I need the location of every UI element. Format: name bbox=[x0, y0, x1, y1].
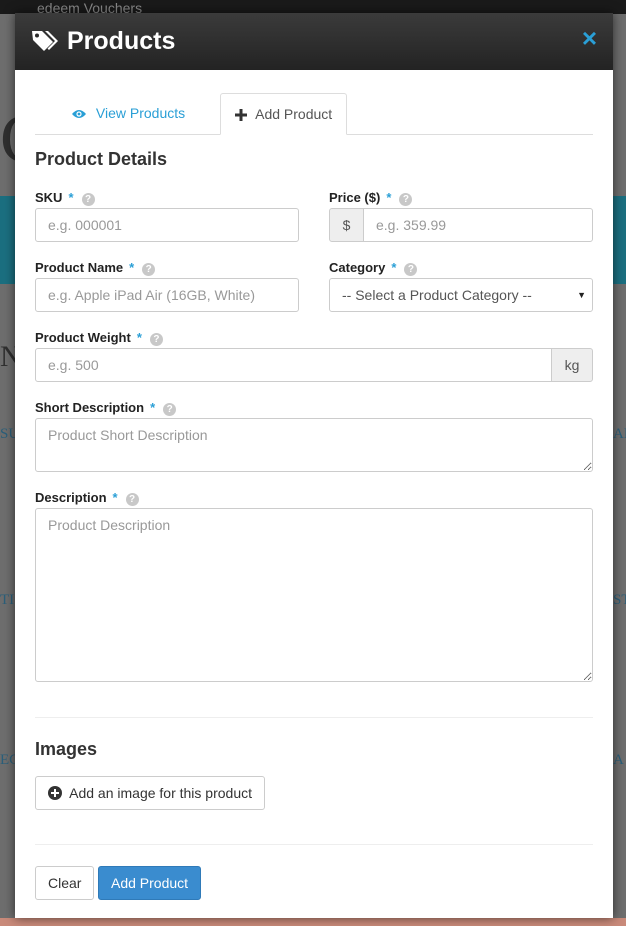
product-weight-input[interactable] bbox=[35, 348, 552, 382]
product-details-heading: Product Details bbox=[35, 149, 168, 169]
description-textarea[interactable] bbox=[35, 508, 593, 682]
modal-title: Products bbox=[67, 27, 176, 55]
modal-header: Products × bbox=[15, 13, 613, 70]
short-description-label-text: Short Description bbox=[35, 400, 145, 415]
required-marker: * bbox=[68, 190, 74, 205]
short-description-textarea[interactable] bbox=[35, 418, 593, 472]
sku-label-text: SKU bbox=[35, 190, 63, 205]
help-icon[interactable]: ? bbox=[149, 333, 163, 346]
tags-icon bbox=[31, 29, 59, 53]
background-footer-strip bbox=[0, 918, 626, 926]
description-label: Description *? bbox=[35, 490, 139, 506]
help-icon[interactable]: ? bbox=[399, 193, 413, 206]
plus-circle-icon bbox=[48, 785, 69, 801]
help-icon[interactable]: ? bbox=[81, 193, 95, 206]
product-weight-label-text: Product Weight bbox=[35, 330, 131, 345]
caret-down-icon: ▼ bbox=[577, 290, 586, 300]
tab-add-product-label: Add Product bbox=[255, 106, 333, 122]
background-link: TI bbox=[0, 592, 15, 608]
price-label: Price ($) *? bbox=[329, 190, 413, 206]
section-divider bbox=[35, 717, 593, 718]
category-selected-value: -- Select a Product Category -- bbox=[342, 287, 532, 303]
images-heading: Images bbox=[35, 739, 98, 759]
add-image-label: Add an image for this product bbox=[69, 785, 253, 801]
background-link: ST bbox=[613, 592, 626, 608]
required-marker: * bbox=[112, 490, 118, 505]
required-marker: * bbox=[386, 190, 392, 205]
description-label-text: Description bbox=[35, 490, 107, 505]
help-icon[interactable]: ? bbox=[163, 403, 177, 416]
products-modal: Products × View Products Add Product Pro… bbox=[15, 13, 613, 918]
add-image-button[interactable]: Add an image for this product bbox=[35, 776, 266, 810]
category-select[interactable]: -- Select a Product Category -- ▼ bbox=[329, 278, 593, 312]
required-marker: * bbox=[136, 330, 142, 345]
price-label-text: Price ($) bbox=[329, 190, 381, 205]
product-name-label: Product Name *? bbox=[35, 260, 156, 276]
help-icon[interactable]: ? bbox=[142, 263, 156, 276]
footer-divider bbox=[35, 844, 593, 845]
background-link: AN bbox=[613, 426, 626, 442]
category-label-text: Category bbox=[329, 260, 386, 275]
sku-input[interactable] bbox=[35, 208, 299, 242]
close-button[interactable]: × bbox=[582, 25, 597, 51]
product-name-label-text: Product Name bbox=[35, 260, 124, 275]
short-description-label: Short Description *? bbox=[35, 400, 177, 416]
eye-icon bbox=[71, 105, 96, 121]
required-marker: * bbox=[391, 260, 397, 275]
product-weight-label: Product Weight *? bbox=[35, 330, 163, 346]
sku-label: SKU *? bbox=[35, 190, 95, 206]
add-product-button[interactable]: Add Product bbox=[98, 866, 202, 900]
clear-button[interactable]: Clear bbox=[35, 866, 95, 900]
background-topbar: edeem Vouchers bbox=[0, 0, 626, 15]
price-input[interactable] bbox=[363, 208, 593, 242]
help-icon[interactable]: ? bbox=[125, 493, 139, 506]
required-marker: * bbox=[129, 260, 135, 275]
product-name-input[interactable] bbox=[35, 278, 299, 312]
tab-view-products[interactable]: View Products bbox=[57, 93, 199, 134]
required-marker: * bbox=[150, 400, 156, 415]
price-currency-addon: $ bbox=[329, 208, 364, 242]
help-icon[interactable]: ? bbox=[404, 263, 418, 276]
tab-bar: View Products Add Product bbox=[35, 93, 593, 135]
background-link: A bbox=[613, 752, 624, 768]
weight-unit-addon: kg bbox=[551, 348, 593, 382]
tab-add-product[interactable]: Add Product bbox=[220, 93, 348, 135]
plus-icon bbox=[235, 106, 255, 122]
category-label: Category *? bbox=[329, 260, 418, 276]
tab-view-products-label: View Products bbox=[95, 105, 186, 121]
